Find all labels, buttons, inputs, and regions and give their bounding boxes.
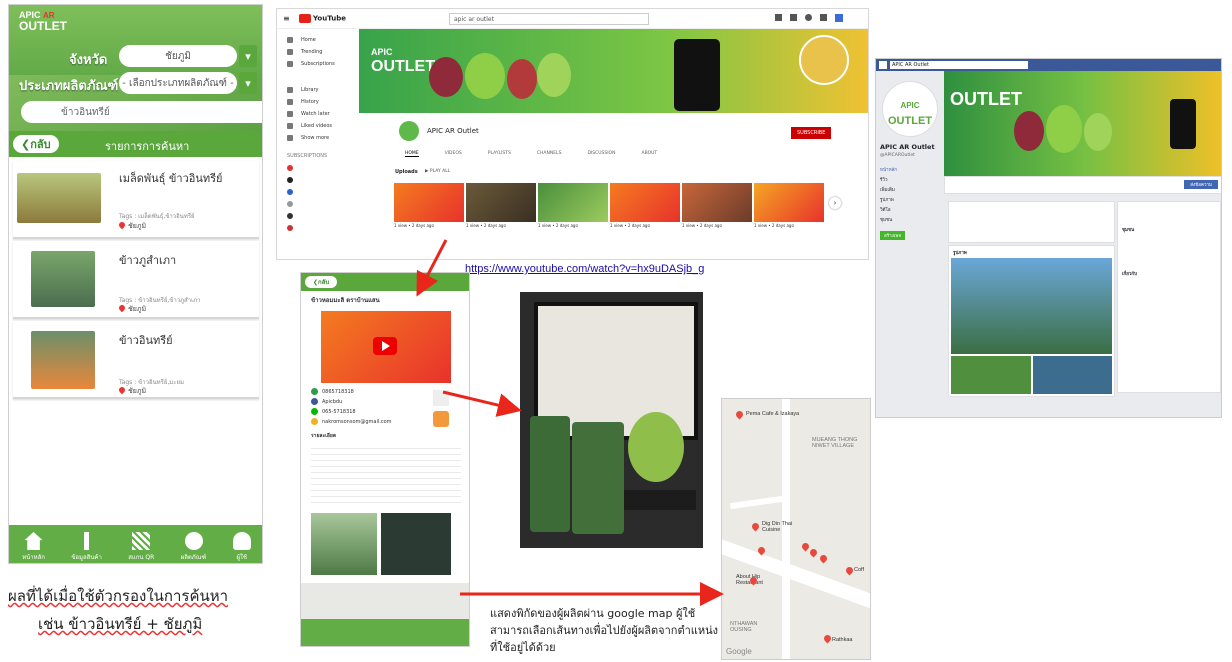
annotation-arrows bbox=[416, 239, 724, 606]
arrow-youtube-to-detail bbox=[416, 239, 448, 297]
arrow-detail-to-photo bbox=[442, 390, 522, 417]
